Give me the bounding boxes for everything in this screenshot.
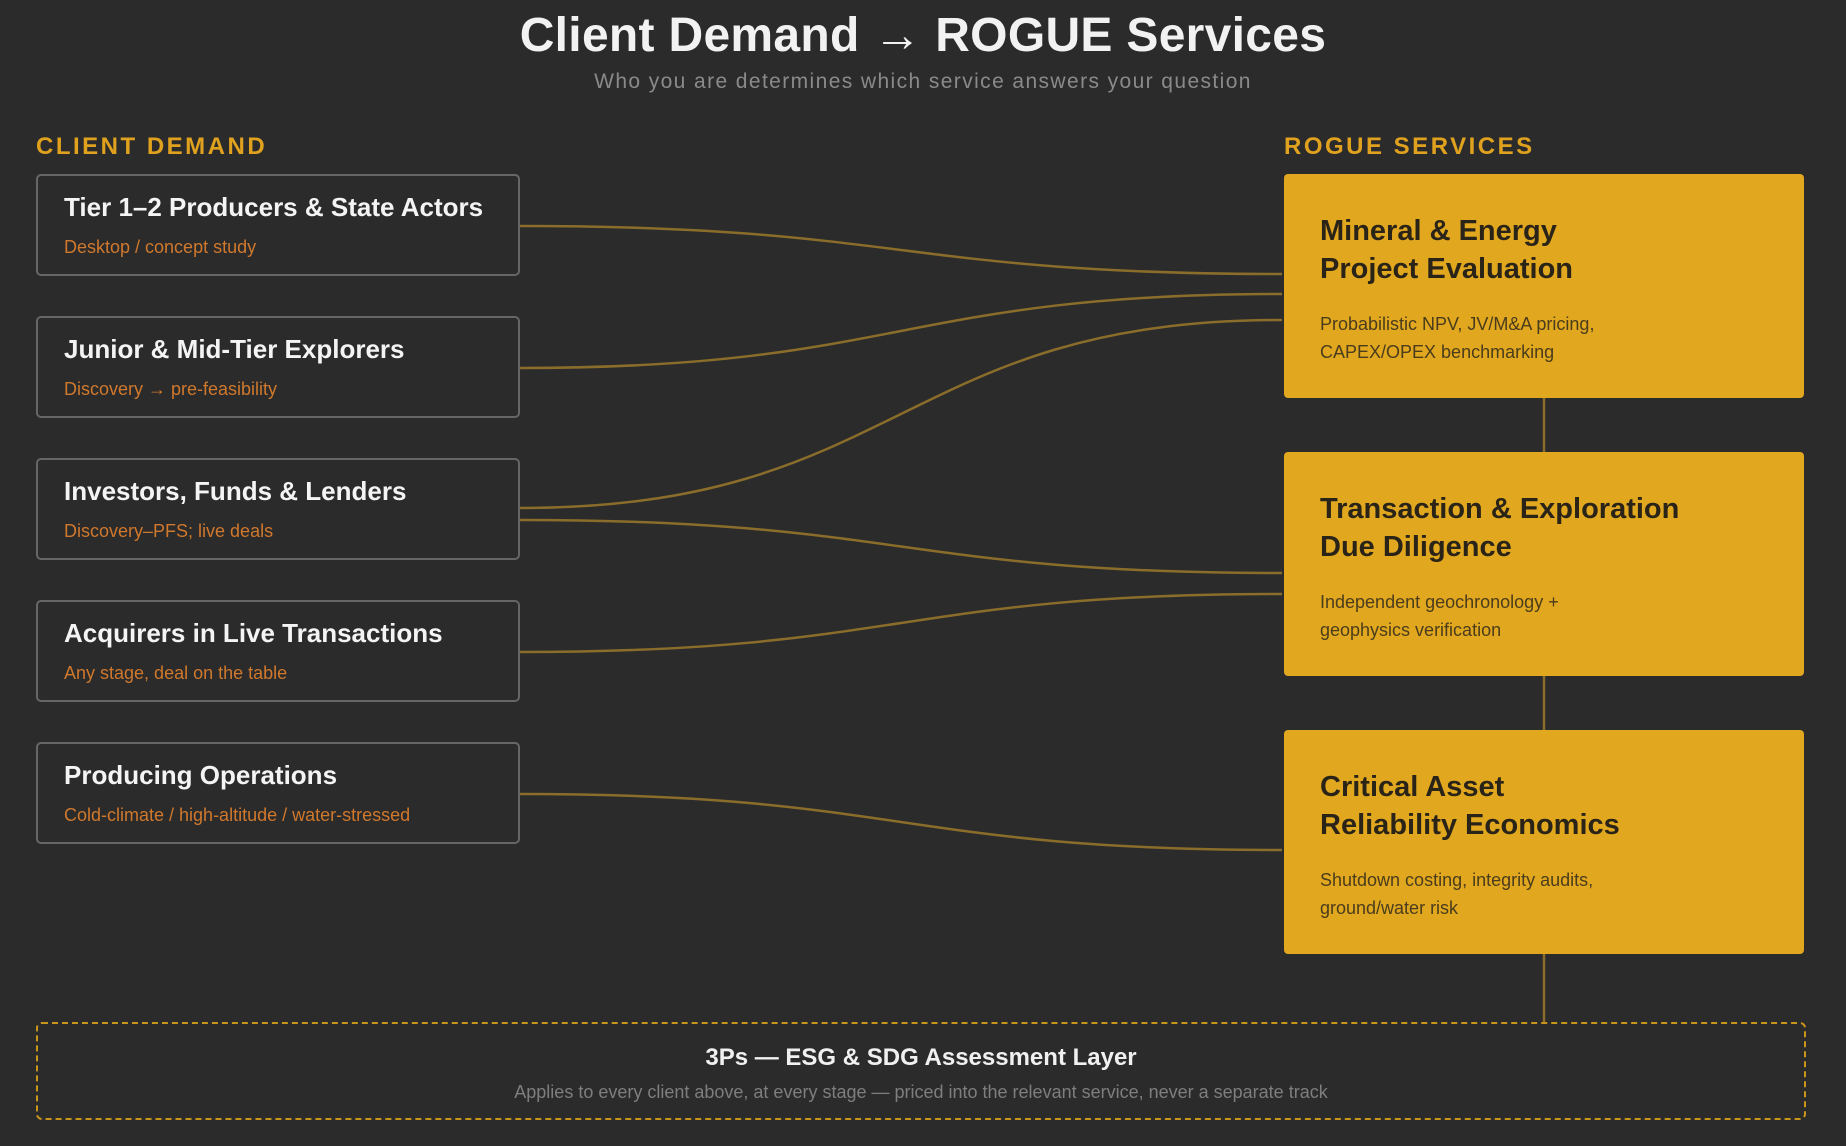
client-name: Acquirers in Live Transactions — [64, 618, 443, 648]
client-name: Investors, Funds & Lenders — [64, 476, 407, 506]
service-title-line: Mineral & Energy — [1320, 215, 1557, 247]
service-desc-line: CAPEX/OPEX benchmarking — [1320, 342, 1555, 362]
service-desc-line: geophysics verification — [1320, 620, 1502, 640]
connector-line — [519, 318, 1283, 510]
service-title-line: Project Evaluation — [1320, 253, 1574, 285]
service-desc-line: Probabilistic NPV, JV/M&A pricing, — [1320, 314, 1595, 334]
client-name: Tier 1–2 Producers & State Actors — [64, 192, 484, 222]
client-stage: Discovery → pre-feasibility — [64, 379, 278, 399]
service-desc-line: Shutdown costing, integrity audits, — [1320, 870, 1594, 890]
client-name: Producing Operations — [64, 760, 338, 790]
client-card-tier-producers[interactable]: Tier 1–2 Producers & State Actors Deskto… — [36, 174, 520, 276]
service-title-line: Reliability Economics — [1320, 809, 1620, 841]
connector-line — [519, 592, 1283, 654]
client-name: Junior & Mid-Tier Explorers — [64, 334, 405, 364]
service-description: Shutdown costing, integrity audits, grou… — [1320, 866, 1740, 922]
client-demand-label: CLIENT DEMAND — [36, 133, 268, 160]
page-subtitle: Who you are determines which service ans… — [594, 70, 1252, 93]
client-card-investors[interactable]: Investors, Funds & Lenders Discovery–PFS… — [36, 458, 520, 560]
client-stage: Cold-climate / high-altitude / water-str… — [64, 805, 411, 825]
service-desc-line: Independent geochronology + — [1320, 592, 1559, 612]
connector-line — [519, 292, 1283, 370]
service-title: Mineral & Energy Project Evaluation — [1320, 212, 1760, 288]
esg-title: 3Ps — ESG & SDG Assessment Layer — [705, 1044, 1137, 1071]
client-card-explorers[interactable]: Junior & Mid-Tier Explorers Discovery → … — [36, 316, 520, 418]
client-card-acquirers[interactable]: Acquirers in Live Transactions Any stage… — [36, 600, 520, 702]
service-title-line: Due Diligence — [1320, 531, 1512, 563]
client-stage: Discovery–PFS; live deals — [64, 521, 274, 541]
connector-line — [519, 224, 1283, 276]
service-description: Independent geochronology + geophysics v… — [1320, 588, 1740, 644]
service-title: Transaction & Exploration Due Diligence — [1320, 490, 1760, 566]
service-description: Probabilistic NPV, JV/M&A pricing, CAPEX… — [1320, 310, 1740, 366]
service-title: Critical Asset Reliability Economics — [1320, 768, 1760, 844]
client-stage: Desktop / concept study — [64, 237, 257, 257]
service-card-due-diligence[interactable]: Transaction & Exploration Due Diligence … — [1284, 452, 1804, 676]
connector-line — [519, 518, 1283, 575]
service-card-project-evaluation[interactable]: Mineral & Energy Project Evaluation Prob… — [1284, 174, 1804, 398]
client-card-producing-operations[interactable]: Producing Operations Cold-climate / high… — [36, 742, 520, 844]
service-desc-line: ground/water risk — [1320, 898, 1459, 918]
connector-line — [519, 792, 1283, 852]
service-card-asset-reliability[interactable]: Critical Asset Reliability Economics Shu… — [1284, 730, 1804, 954]
service-title-line: Critical Asset — [1320, 771, 1505, 803]
esg-subtitle: Applies to every client above, at every … — [514, 1082, 1328, 1102]
esg-assessment-layer[interactable]: 3Ps — ESG & SDG Assessment Layer Applies… — [36, 1022, 1806, 1120]
page-title: Client Demand → ROGUE Services — [519, 9, 1327, 62]
rogue-services-label: ROGUE SERVICES — [1284, 133, 1535, 160]
service-title-line: Transaction & Exploration — [1320, 493, 1680, 525]
client-stage: Any stage, deal on the table — [64, 663, 288, 683]
